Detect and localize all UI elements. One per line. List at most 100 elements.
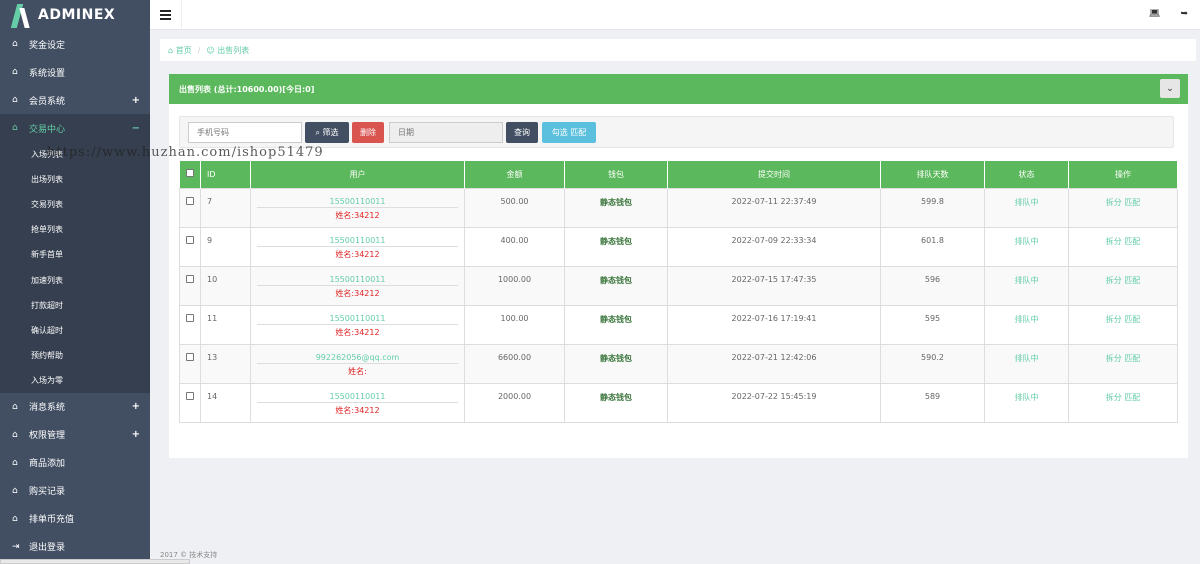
breadcrumb-current[interactable]: 出售列表 xyxy=(217,45,249,56)
table-row: 10 15500110011 姓名:34212 1000.00 静态钱包 2022-07-… xyxy=(179,265,1178,306)
cell-amount: 6600.00 xyxy=(464,343,565,384)
filter-button[interactable]: ⌕ 筛选 xyxy=(305,122,349,143)
logout-icon[interactable]: ➥ xyxy=(1180,9,1188,19)
wallet-label: 静态钱包 xyxy=(600,197,632,207)
cell-status: 排队中 xyxy=(984,265,1069,306)
match-button[interactable]: 勾选 匹配 xyxy=(542,122,596,143)
user-link[interactable]: 15500110011 xyxy=(257,236,458,247)
status-badge: 排队中 xyxy=(1014,392,1039,402)
split-match-link[interactable]: 拆分 匹配 xyxy=(1106,237,1141,246)
sidebar-item-label: 权限管理 xyxy=(29,431,66,442)
breadcrumb-home[interactable]: 首页 xyxy=(176,45,192,56)
wallet-label: 静态钱包 xyxy=(600,314,632,324)
wallet-label: 静态钱包 xyxy=(600,275,632,285)
sidebar-toggle-button[interactable] xyxy=(150,0,182,30)
sidebar-subitem[interactable]: 抢单列表 xyxy=(0,217,150,242)
row-checkbox[interactable] xyxy=(186,196,194,205)
logo[interactable]: ADMINEX xyxy=(0,0,150,30)
sidebar-item[interactable]: ⌂ 奖金设定 xyxy=(0,30,150,58)
sidebar-item[interactable]: ⌂ 购买记录 xyxy=(0,477,150,505)
laptop-icon[interactable]: 💻︎ xyxy=(1149,9,1160,19)
split-match-link[interactable]: 拆分 匹配 xyxy=(1106,393,1141,402)
user-name: 姓名:34212 xyxy=(335,327,380,337)
sidebar-item-label: 商品添加 xyxy=(29,459,66,470)
col-actions: 操作 xyxy=(1068,161,1178,188)
sidebar-subitem[interactable]: 新手首单 xyxy=(0,242,150,267)
phone-input[interactable] xyxy=(188,122,302,143)
cell-status: 排队中 xyxy=(984,304,1069,345)
logo-text: ADMINEX xyxy=(38,7,116,23)
split-match-link[interactable]: 拆分 匹配 xyxy=(1106,276,1141,285)
row-checkbox[interactable] xyxy=(186,313,194,322)
col-time: 提交时间 xyxy=(667,161,881,188)
sidebar-item[interactable]: ⌂ 会员系统 + xyxy=(0,86,150,114)
user-icon: ☺ xyxy=(206,45,218,55)
cell-time: 2022-07-22 15:45:19 xyxy=(667,382,881,423)
sidebar-item-label: 系统设置 xyxy=(29,68,66,79)
delete-button[interactable]: 删除 xyxy=(352,122,384,143)
row-checkbox[interactable] xyxy=(186,391,194,400)
sidebar-subitem[interactable]: 预约帮助 xyxy=(0,343,150,368)
home-icon: ⌂ xyxy=(12,123,18,133)
sidebar-subitem[interactable]: 确认超时 xyxy=(0,318,150,343)
sidebar-item-label: 消息系统 xyxy=(29,403,66,414)
user-link[interactable]: 15500110011 xyxy=(257,314,458,325)
home-icon: ⌂ xyxy=(12,39,18,49)
sidebar-nav: ⌂ 奖金设定 ⌂ 系统设置 ⌂ 会员系统 + ⌂ 交易中心 − 入场列表 出场列表 交易列表 抢单列表 新手… xyxy=(0,30,150,561)
sidebar-item[interactable]: ⌂ 系统设置 xyxy=(0,58,150,86)
row-select-cell xyxy=(179,187,201,228)
user-name: 姓名: xyxy=(348,366,367,376)
home-icon: ⌂ xyxy=(12,401,18,412)
wallet-label: 静态钱包 xyxy=(600,236,632,246)
sidebar: ADMINEX ⌂ 奖金设定 ⌂ 系统设置 ⌂ 会员系统 + ⌂ 交易中心 − 入场列表 出场列表 交易… xyxy=(0,0,150,564)
status-badge: 排队中 xyxy=(1014,275,1039,285)
date-input[interactable] xyxy=(389,122,503,143)
sidebar-item[interactable]: ⇥ 退出登录 xyxy=(0,533,150,561)
home-icon: ⌂ xyxy=(12,429,18,440)
user-link[interactable]: 15500110011 xyxy=(257,275,458,286)
table-row: 7 15500110011 姓名:34212 500.00 静态钱包 2022-07-11… xyxy=(179,187,1178,228)
row-checkbox[interactable] xyxy=(186,352,194,361)
user-name: 姓名:34212 xyxy=(335,288,380,298)
sidebar-subitem[interactable]: 加速列表 xyxy=(0,267,150,292)
row-select-cell xyxy=(179,226,201,267)
home-icon: ⌂ xyxy=(12,513,18,524)
breadcrumb-separator: / xyxy=(197,45,201,55)
query-button[interactable]: 查询 xyxy=(506,122,538,143)
sidebar-item[interactable]: ⌂ 权限管理 + xyxy=(0,421,150,449)
user-name: 姓名:34212 xyxy=(335,210,380,220)
cell-status: 排队中 xyxy=(984,226,1069,267)
select-all-checkbox[interactable] xyxy=(185,169,194,178)
row-select-cell xyxy=(179,265,201,306)
expand-icon: + xyxy=(131,94,140,106)
sidebar-subitem[interactable]: 交易列表 xyxy=(0,192,150,217)
cell-days: 595 xyxy=(880,304,985,345)
sidebar-item[interactable]: ⌂ 交易中心 − xyxy=(0,114,150,142)
sidebar-item[interactable]: ⌂ 商品添加 xyxy=(0,449,150,477)
collapse-button[interactable]: ⌄ xyxy=(1160,79,1180,98)
sidebar-item[interactable]: ⌂ 消息系统 + xyxy=(0,393,150,421)
panel-header: 出售列表 (总计:10600.00)[今日:0] ⌄ xyxy=(169,74,1188,104)
user-link[interactable]: 15500110011 xyxy=(257,392,458,403)
user-link[interactable]: 15500110011 xyxy=(257,197,458,208)
row-checkbox[interactable] xyxy=(186,274,194,283)
wallet-label: 静态钱包 xyxy=(600,353,632,363)
cell-time: 2022-07-11 22:37:49 xyxy=(667,187,881,228)
sidebar-subitem[interactable]: 打款超时 xyxy=(0,293,150,318)
user-link[interactable]: 992262056@qq.com xyxy=(257,353,458,364)
cell-wallet: 静态钱包 xyxy=(564,226,668,267)
wallet-label: 静态钱包 xyxy=(600,392,632,402)
split-match-link[interactable]: 拆分 匹配 xyxy=(1106,354,1141,363)
status-badge: 排队中 xyxy=(1014,236,1039,246)
filter-toolbar: ⌕ 筛选 删除 查询 勾选 匹配 xyxy=(179,116,1174,148)
filter-button-label: 筛选 xyxy=(322,128,339,137)
split-match-link[interactable]: 拆分 匹配 xyxy=(1106,198,1141,207)
sidebar-item[interactable]: ⌂ 排单币充值 xyxy=(0,505,150,533)
sidebar-subitem[interactable]: 出场列表 xyxy=(0,167,150,192)
cell-actions: 拆分 匹配 xyxy=(1068,265,1178,306)
split-match-link[interactable]: 拆分 匹配 xyxy=(1106,315,1141,324)
sidebar-subitem[interactable]: 入场为零 xyxy=(0,368,150,393)
chevron-down-icon: ⌄ xyxy=(1166,83,1174,94)
row-checkbox[interactable] xyxy=(186,235,194,244)
cell-actions: 拆分 匹配 xyxy=(1068,304,1178,345)
